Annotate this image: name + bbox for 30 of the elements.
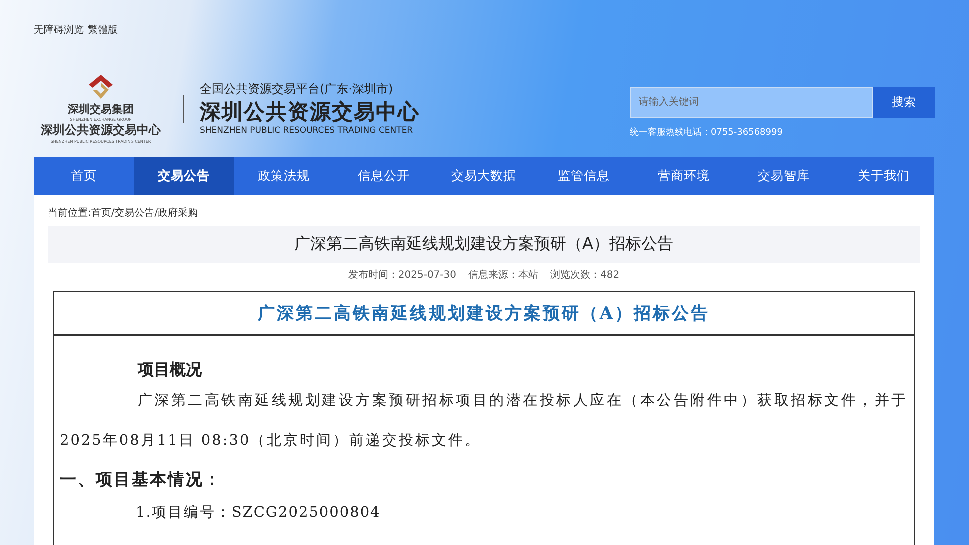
nav-tab[interactable]: 营商环境 (634, 157, 734, 195)
nav-tab[interactable]: 关于我们 (834, 157, 934, 195)
logo-text: 深圳交易集团 (68, 102, 134, 116)
overview-paragraph: 广深第二高铁南延线规划建设方案预研招标项目的潜在投标人应在（本公告附件中）获取招标文件，并于2025年08月11日 08:30（北京时间）前递交投标文件。 (60, 392, 908, 451)
nav-tab[interactable]: 交易智库 (734, 157, 834, 195)
search-button[interactable]: 搜索 (873, 86, 935, 118)
site-english-name: SHENZHEN PUBLIC RESOURCES TRADING CENTER (200, 126, 414, 136)
site-name: 深圳公共资源交易中心 (200, 99, 420, 126)
article-meta: 信息来源：本站 (468, 268, 539, 283)
top-link[interactable]: 繁體版 (88, 23, 118, 37)
hotline-text: 统一客服热线电话：0755-36568999 (630, 126, 784, 138)
article-meta: 发布时间：2025-07-30 (348, 268, 457, 283)
logo-text: 深圳公共资源交易中心 (41, 122, 161, 138)
search-field[interactable]: 请输入关键词 (630, 86, 873, 118)
article-meta: 浏览次数：482 (550, 268, 620, 283)
overview-heading: 项目概况 (136, 359, 203, 381)
section-heading: 一、项目基本情况： (60, 469, 223, 491)
breadcrumb: 当前位置:首页/交易公告/政府采购 (48, 206, 200, 221)
logo-icon (88, 74, 114, 100)
nav-tab[interactable]: 监管信息 (534, 157, 634, 195)
nav-tab[interactable]: 交易大数据 (434, 157, 534, 195)
nav-tab[interactable]: 首页 (34, 157, 134, 195)
project-item: 1.项目编号：SZCG2025000804 (136, 504, 382, 522)
platform-name: 全国公共资源交易平台(广东·深圳市) (200, 81, 394, 98)
nav-tab[interactable]: 政策法规 (234, 157, 334, 195)
nav-tab[interactable]: 交易公告 (134, 157, 234, 195)
article-title: 广深第二高铁南延线规划建设方案预研（A）招标公告 (48, 226, 920, 263)
document-title: 广深第二高铁南延线规划建设方案预研（A）招标公告 (54, 292, 914, 336)
top-link[interactable]: 无障碍浏览 (34, 23, 84, 37)
nav-tab[interactable]: 信息公开 (334, 157, 434, 195)
